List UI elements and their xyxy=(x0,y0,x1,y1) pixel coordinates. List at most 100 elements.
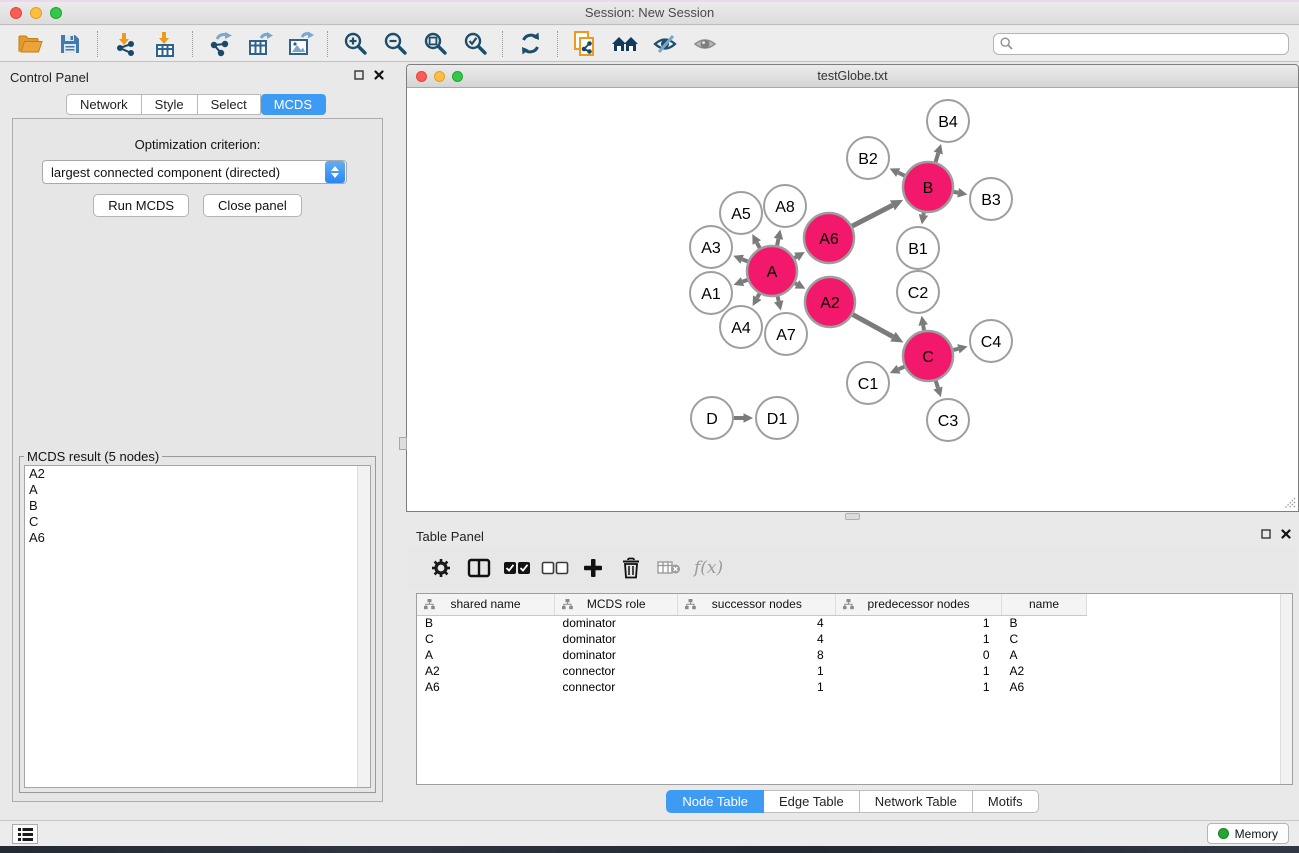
network-canvas[interactable]: B4B2BB3A8A5A6A3B1AA1C2A2A4A7C4CC1DD1C3 xyxy=(407,88,1298,511)
export-table-icon[interactable] xyxy=(240,28,280,60)
network-view-window: testGlobe.txt B4B2BB3A8A5A6A3B1AA1C2A2A4… xyxy=(406,64,1299,512)
network-side-handle[interactable] xyxy=(399,437,407,450)
search-input[interactable] xyxy=(1017,37,1282,51)
add-column-icon[interactable] xyxy=(574,551,612,585)
select-all-columns-icon[interactable] xyxy=(498,551,536,585)
graph-node-label: A2 xyxy=(820,295,840,312)
column-header-shared-name[interactable]: shared name xyxy=(417,594,555,615)
graph-edge-A-A6 xyxy=(795,257,797,258)
node-table-header-row[interactable]: shared nameMCDS rolesuccessor nodesprede… xyxy=(417,594,1087,615)
mcds-result-item[interactable]: A2 xyxy=(25,466,370,482)
table-row[interactable]: Bdominator41B xyxy=(417,615,1087,631)
search-field[interactable] xyxy=(993,33,1289,55)
graph-node-label: A8 xyxy=(775,199,795,216)
close-panel-icon[interactable] xyxy=(374,70,384,80)
tab-select[interactable]: Select xyxy=(198,94,261,115)
resize-grip-icon[interactable] xyxy=(1282,495,1296,509)
import-table-icon[interactable] xyxy=(145,28,185,60)
split-table-view-icon[interactable] xyxy=(460,551,498,585)
table-row[interactable]: A6connector11A6 xyxy=(417,679,1087,695)
graph-edge-arrowhead xyxy=(934,144,943,154)
mcds-list-scrollbar[interactable] xyxy=(357,466,370,787)
copy-network-icon[interactable] xyxy=(565,28,605,60)
tab-network-table[interactable]: Network Table xyxy=(860,790,973,813)
graph-node-label: A7 xyxy=(776,327,796,344)
list-icon xyxy=(18,828,33,841)
zoom-selected-icon[interactable] xyxy=(455,28,495,60)
graph-edge-C-C1 xyxy=(899,367,905,370)
hide-panel-eye-icon[interactable] xyxy=(645,28,685,60)
zoom-out-icon[interactable] xyxy=(375,28,415,60)
graph-node-label: C4 xyxy=(981,334,1002,351)
close-panel-button[interactable]: Close panel xyxy=(203,194,302,217)
graph-node-label: B2 xyxy=(858,151,878,168)
mcds-result-item[interactable]: B xyxy=(25,498,370,514)
table-row[interactable]: Adominator80A xyxy=(417,647,1087,663)
graph-node-label: A xyxy=(767,264,778,281)
tab-edge-table[interactable]: Edge Table xyxy=(764,790,860,813)
function-builder-button[interactable]: f(x) xyxy=(694,558,723,578)
graph-edge-arrowhead xyxy=(919,214,928,224)
task-history-button[interactable] xyxy=(12,824,38,844)
float-panel-icon[interactable] xyxy=(354,70,364,80)
column-header-MCDS-role[interactable]: MCDS role xyxy=(555,594,678,615)
graph-edge-B-B3 xyxy=(954,192,959,193)
import-network-icon[interactable] xyxy=(105,28,145,60)
dropdown-selected-value: largest connected component (directed) xyxy=(43,165,325,180)
graph-node-label: C2 xyxy=(908,285,929,302)
column-header-successor-nodes[interactable]: successor nodes xyxy=(678,594,836,615)
table-row[interactable]: Cdominator41C xyxy=(417,631,1087,647)
mcds-result-item[interactable]: C xyxy=(25,514,370,530)
main-toolbar xyxy=(0,26,1299,62)
mcds-result-list[interactable]: A2ABCA6 xyxy=(24,465,371,788)
node-table: shared nameMCDS rolesuccessor nodesprede… xyxy=(417,594,1087,695)
delete-column-trash-icon[interactable] xyxy=(612,551,650,585)
save-session-icon[interactable] xyxy=(50,28,90,60)
column-header-predecessor-nodes[interactable]: predecessor nodes xyxy=(836,594,1002,615)
export-image-icon[interactable] xyxy=(280,28,320,60)
control-panel-title: Control Panel xyxy=(10,70,89,85)
column-header-name[interactable]: name xyxy=(1002,594,1087,615)
optimization-criterion-dropdown[interactable]: largest connected component (directed) xyxy=(42,160,347,184)
graph-edge-A-A1 xyxy=(743,280,748,282)
titlebar-accent xyxy=(0,0,1299,2)
graph-edge-B-B4 xyxy=(936,153,939,162)
memory-button[interactable]: Memory xyxy=(1207,823,1289,844)
float-table-panel-icon[interactable] xyxy=(1261,529,1271,539)
zoom-fit-icon[interactable] xyxy=(415,28,455,60)
close-table-panel-icon[interactable] xyxy=(1281,529,1291,539)
graph-edge-C-C3 xyxy=(936,381,938,388)
mcds-result-item[interactable]: A xyxy=(25,482,370,498)
deselect-all-columns-icon[interactable] xyxy=(536,551,574,585)
table-settings-gear-icon[interactable] xyxy=(422,551,460,585)
table-scrollbar[interactable] xyxy=(1280,594,1292,784)
graph-node-label: A1 xyxy=(701,286,721,303)
control-panel: Control Panel NetworkStyleSelectMCDS Opt… xyxy=(0,62,392,820)
titlebar: Session: New Session xyxy=(0,0,1299,25)
tab-style[interactable]: Style xyxy=(142,94,198,115)
graph-node-label: C xyxy=(922,349,934,366)
application-window: Session: New Session xyxy=(0,0,1299,846)
graph-edge-A-A3 xyxy=(742,259,748,261)
graph-edge-arrowhead xyxy=(933,387,942,397)
tab-network[interactable]: Network xyxy=(66,94,142,115)
mcds-result-item[interactable]: A6 xyxy=(25,530,370,546)
panel-splitter-handle[interactable] xyxy=(845,513,860,520)
table-row[interactable]: A2connector11A2 xyxy=(417,663,1087,679)
desktop-background xyxy=(0,846,1299,853)
run-mcds-button[interactable]: Run MCDS xyxy=(93,194,189,217)
tab-mcds[interactable]: MCDS xyxy=(261,94,326,115)
zoom-in-icon[interactable] xyxy=(335,28,375,60)
delete-table-icon[interactable] xyxy=(650,551,688,585)
network-window-titlebar[interactable]: testGlobe.txt xyxy=(407,65,1298,88)
graph-edge-C-C4 xyxy=(953,349,958,350)
refresh-layout-icon[interactable] xyxy=(510,28,550,60)
tab-motifs[interactable]: Motifs xyxy=(973,790,1039,813)
export-network-icon[interactable] xyxy=(200,28,240,60)
home-views-icon[interactable] xyxy=(605,28,645,60)
show-panel-eye-icon[interactable] xyxy=(685,28,725,60)
tab-node-table[interactable]: Node Table xyxy=(666,790,764,813)
open-session-icon[interactable] xyxy=(10,28,50,60)
graph-node-label: A3 xyxy=(701,240,721,257)
graph-node-label: C3 xyxy=(938,413,959,430)
